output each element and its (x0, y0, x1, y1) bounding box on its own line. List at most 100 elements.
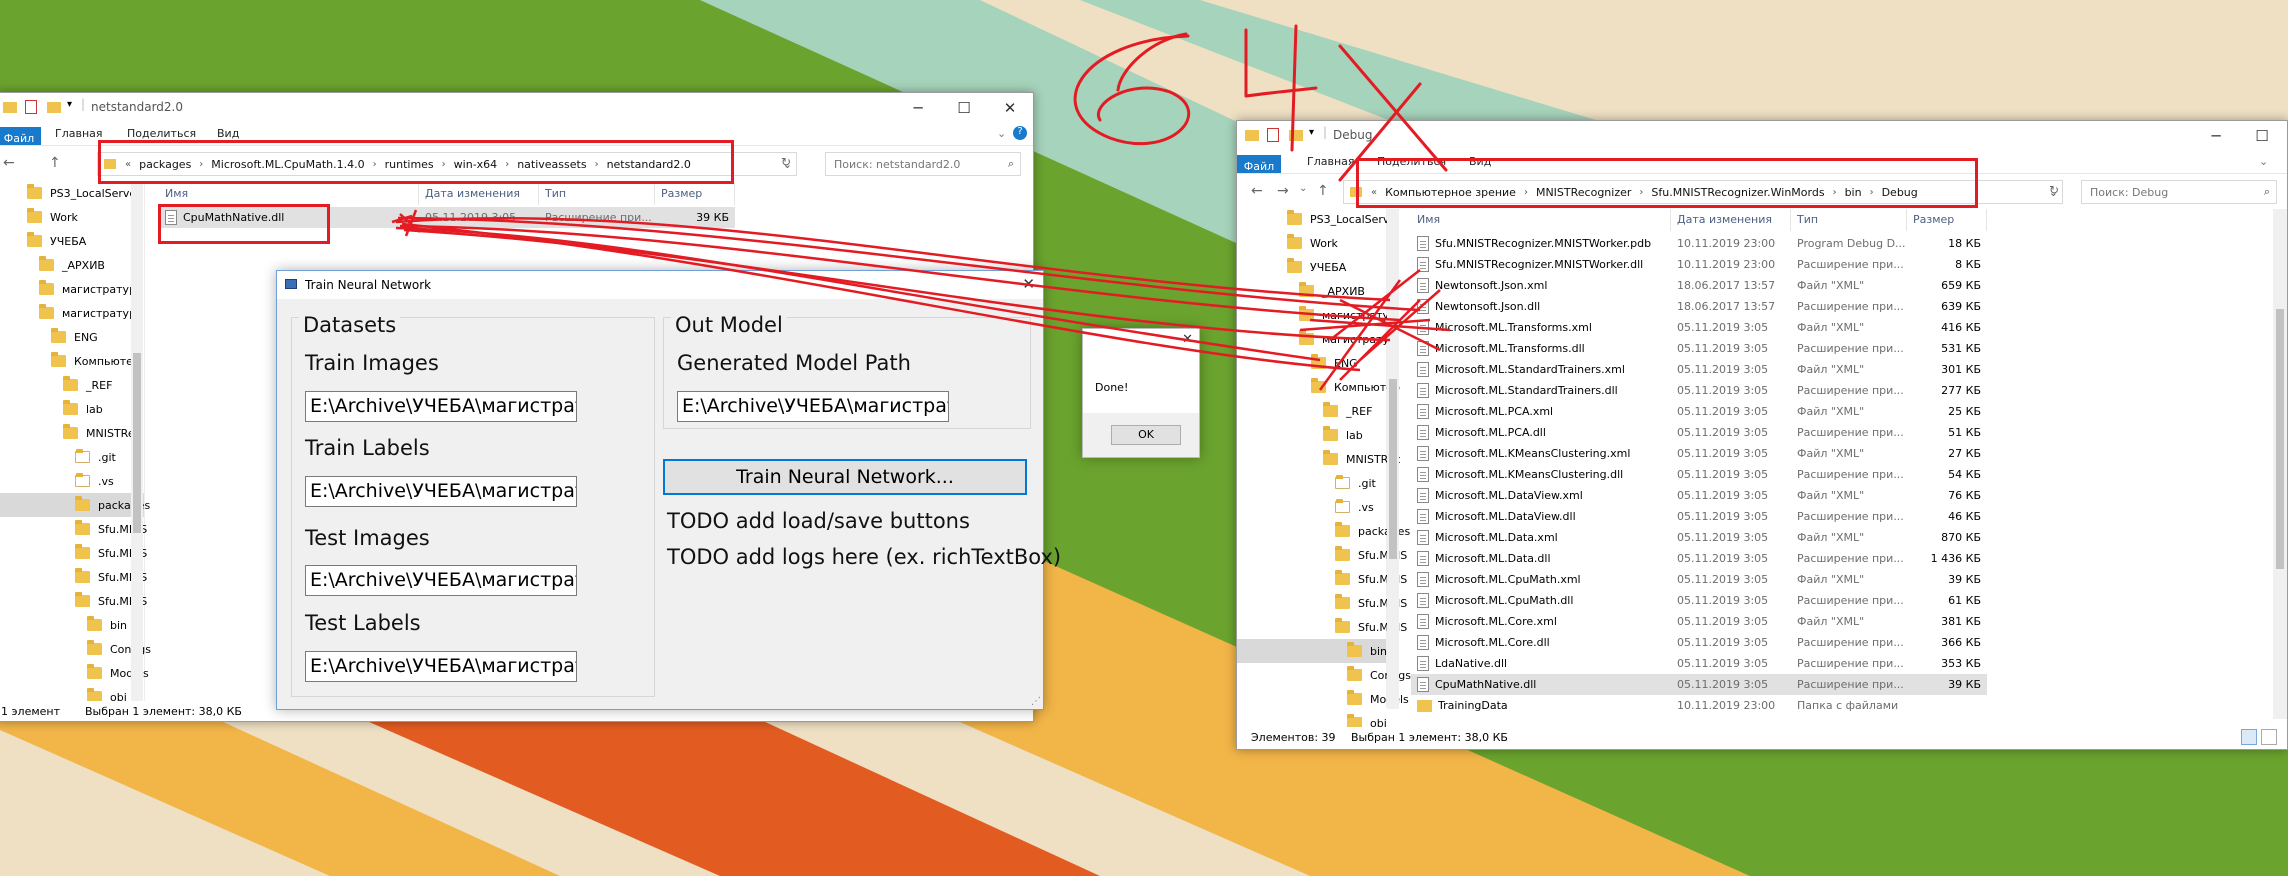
train-labels-input[interactable]: E:\Archive\УЧЕБА\магистратура (305, 476, 577, 507)
file-row[interactable]: Microsoft.ML.Transforms.xml 05.11.2019 3:… (1411, 317, 1987, 338)
ribbon-tab-share[interactable]: Поделиться (127, 127, 196, 140)
train-images-input[interactable]: E:\Archive\УЧЕБА\магистратура (305, 391, 577, 422)
train-neural-network-button[interactable]: Train Neural Network... (663, 459, 1027, 495)
ribbon-tab-home[interactable]: Главная (1307, 155, 1355, 168)
tree-item[interactable]: УЧЕБА (1237, 255, 1386, 279)
tree-item[interactable]: Configs (1237, 663, 1411, 687)
column-header[interactable]: Тип (539, 183, 655, 205)
list-scrollbar-thumb[interactable] (2276, 309, 2284, 569)
ok-button[interactable]: OK (1111, 425, 1181, 445)
file-row[interactable]: Microsoft.ML.PCA.dll 05.11.2019 3:05 Расши… (1411, 422, 1987, 443)
column-header[interactable]: Имя (1411, 209, 1671, 231)
search-input[interactable]: Поиск: Debug ⌕ (2081, 180, 2277, 204)
tree-item[interactable]: Sfu.MNIS (0, 589, 147, 613)
tree-item[interactable]: .vs (0, 469, 144, 493)
tree-item[interactable]: .git (0, 445, 144, 469)
maximize-button[interactable]: ☐ (2239, 121, 2285, 151)
dialog-close-button[interactable]: ✕ (1022, 275, 1035, 293)
file-row[interactable]: Microsoft.ML.Data.xml 05.11.2019 3:05 Файл… (1411, 527, 1987, 548)
tree-item[interactable]: Sfu.MNIS (0, 541, 147, 565)
search-input[interactable]: Поиск: netstandard2.0 ⌕ (825, 152, 1021, 176)
tree-item[interactable]: lab (1237, 423, 1386, 447)
file-row[interactable]: Microsoft.ML.Core.xml 05.11.2019 3:05 Файл… (1411, 611, 1987, 632)
tree-item[interactable]: Models (1237, 687, 1409, 711)
tree-item[interactable]: магистрату (1237, 303, 1389, 327)
file-row[interactable]: Microsoft.ML.CpuMath.xml 05.11.2019 3:05 Ф… (1411, 569, 1987, 590)
tree-item[interactable]: Sfu.MNIS (1237, 567, 1407, 591)
generated-model-path-input[interactable]: E:\Archive\УЧЕБА\магистратура (677, 391, 949, 422)
ribbon-expand-icon[interactable]: ⌄ (997, 127, 1006, 140)
close-button[interactable]: ✕ (987, 93, 1033, 123)
tree-item[interactable]: packages (1237, 519, 1410, 543)
tree-item[interactable]: Work (1237, 231, 1386, 255)
tree-item[interactable]: lab (0, 397, 144, 421)
properties-icon[interactable] (1267, 128, 1279, 142)
ribbon-tab-view[interactable]: Вид (217, 127, 239, 140)
file-row[interactable]: Microsoft.ML.Core.dll 05.11.2019 3:05 Расш… (1411, 632, 1987, 653)
column-header[interactable]: Дата изменения (1671, 209, 1791, 231)
tree-item[interactable]: Компьютер (0, 349, 144, 373)
tree-item[interactable]: .git (1237, 471, 1386, 495)
tree-item[interactable]: .vs (1237, 495, 1386, 519)
file-row[interactable]: Sfu.MNISTRecognizer.MNISTWorker.dll 10.11… (1411, 254, 1987, 275)
test-images-input[interactable]: E:\Archive\УЧЕБА\магистратура (305, 565, 577, 596)
tree-item[interactable]: PS3_LocalServe (0, 181, 144, 205)
tree-item[interactable]: packages (0, 493, 150, 517)
tree-item[interactable]: Sfu.MNIS (1237, 591, 1407, 615)
tree-scrollbar-thumb[interactable] (1389, 379, 1397, 559)
file-row[interactable]: Microsoft.ML.CpuMath.dll 05.11.2019 3:05 Р… (1411, 590, 1987, 611)
file-row[interactable]: Sfu.MNISTRecognizer.MNISTWorker.pdb 10.11… (1411, 233, 1987, 254)
tree-item[interactable]: Sfu.MNIS (0, 565, 147, 589)
tree-item[interactable]: _АРХИВ (1237, 279, 1386, 303)
tree-item[interactable]: магистрату (1237, 327, 1389, 351)
messagebox-close-button[interactable]: ✕ (1182, 332, 1193, 347)
column-header[interactable]: Тип (1791, 209, 1907, 231)
tree-item[interactable]: PS3_LocalServe (1237, 207, 1396, 231)
refresh-icon[interactable]: ↻ (781, 155, 791, 169)
tree-scrollbar-thumb[interactable] (133, 353, 141, 533)
tree-item[interactable]: Компьютер (1237, 375, 1400, 399)
tree-item[interactable]: магистратур (0, 277, 144, 301)
column-header[interactable]: Размер (1907, 209, 1987, 231)
back-arrow-icon[interactable]: ← (1251, 183, 1263, 199)
tree-item[interactable]: Models (0, 661, 149, 685)
help-icon[interactable]: ? (1013, 126, 1027, 140)
tree-item[interactable]: Sfu.MNIS (0, 517, 147, 541)
back-arrow-icon[interactable]: ← (3, 155, 15, 171)
file-row[interactable]: Microsoft.ML.StandardTrainers.dll 05.11.2… (1411, 380, 1987, 401)
tiles-view-icon[interactable] (2261, 729, 2277, 745)
ribbon-tab-home[interactable]: Главная (55, 127, 103, 140)
file-row[interactable]: CpuMathNative.dll 05.11.2019 3:05 Расширен… (1411, 674, 1987, 695)
tree-item[interactable]: Sfu.MNIS (1237, 543, 1407, 567)
file-row[interactable]: Microsoft.ML.Transforms.dll 05.11.2019 3:… (1411, 338, 1987, 359)
refresh-icon[interactable]: ↻ (2049, 183, 2059, 197)
test-labels-input[interactable]: E:\Archive\УЧЕБА\магистратура (305, 651, 577, 682)
tree-item[interactable]: Work (0, 205, 144, 229)
search-icon[interactable]: ⌕ (1008, 157, 1014, 171)
file-row[interactable]: Newtonsoft.Json.dll 18.06.2017 13:57 Расши… (1411, 296, 1987, 317)
up-arrow-icon[interactable]: ↑ (49, 155, 61, 171)
file-row[interactable]: LdaNative.dll 05.11.2019 3:05 Расширение п… (1411, 653, 1987, 674)
tree-scrollbar[interactable] (131, 183, 143, 701)
column-header[interactable]: Дата изменения (419, 183, 539, 205)
file-row[interactable]: Microsoft.ML.PCA.xml 05.11.2019 3:05 Файл … (1411, 401, 1987, 422)
quick-access-dropdown-icon[interactable]: ▾ (1309, 127, 1314, 138)
properties-icon[interactable] (25, 100, 37, 114)
file-row[interactable]: Microsoft.ML.KMeansClustering.dll 05.11.2… (1411, 464, 1987, 485)
resize-grip-icon[interactable]: ⋰ (1031, 696, 1041, 707)
tree-scrollbar[interactable] (1387, 209, 1399, 709)
tree-item[interactable]: MNISTRec (0, 421, 144, 445)
recent-dropdown-icon[interactable]: ⌄ (1299, 183, 1307, 194)
tree-item[interactable]: MNISTRec (1237, 447, 1401, 471)
list-scrollbar[interactable] (2273, 209, 2287, 719)
maximize-button[interactable]: ☐ (941, 93, 987, 123)
new-folder-icon[interactable] (47, 102, 61, 113)
quick-access-dropdown-icon[interactable]: ▾ (67, 99, 72, 110)
up-arrow-icon[interactable]: ↑ (1317, 183, 1329, 199)
minimize-button[interactable]: ─ (2193, 121, 2239, 151)
column-header[interactable]: Размер (655, 183, 735, 205)
file-row[interactable]: Microsoft.ML.DataView.dll 05.11.2019 3:05… (1411, 506, 1987, 527)
tree-item[interactable]: bin (0, 613, 144, 637)
file-row[interactable]: TrainingData 10.11.2019 23:00 Папка с файл… (1411, 695, 1987, 716)
tree-item[interactable]: магистратур (0, 301, 144, 325)
